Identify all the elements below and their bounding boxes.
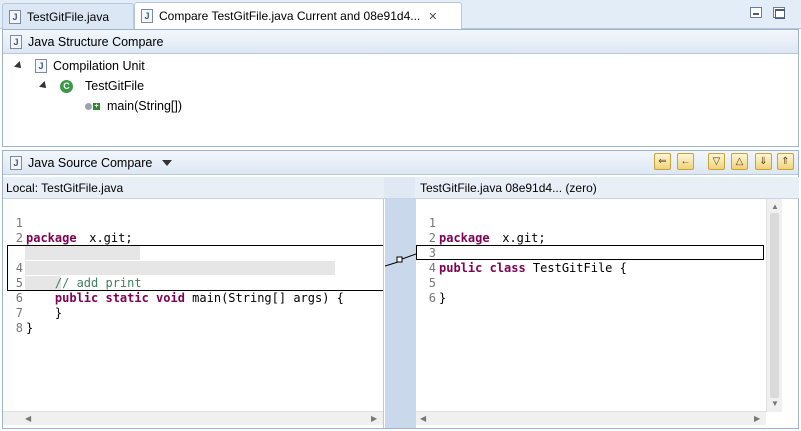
tab-label: TestGitFile.java: [27, 9, 110, 24]
java-file-icon: J: [35, 59, 47, 73]
java-file-icon: J: [9, 9, 21, 24]
copy-all-left-icon[interactable]: ⇐: [654, 153, 671, 170]
expand-arrow-icon[interactable]: [39, 81, 49, 91]
diff-connector-gutter: [384, 199, 417, 428]
right-title-label: TestGitFile.java 08e91d4... (zero): [420, 180, 597, 195]
previous-difference-icon[interactable]: △: [731, 153, 748, 170]
tree-item-label: TestGitFile: [85, 79, 145, 93]
code-line: 6: [428, 291, 436, 305]
tree-item-label: Compilation Unit: [53, 59, 145, 73]
compare-icon: J: [141, 9, 153, 23]
next-change-icon[interactable]: ⇓: [755, 153, 772, 170]
previous-change-icon[interactable]: ⇑: [777, 153, 794, 170]
tab-compare[interactable]: J Compare TestGitFile.java Current and 0…: [134, 2, 462, 30]
code-line: 4 // add print: [15, 261, 142, 290]
editor-tab-bar: J TestGitFile.java J Compare TestGitFile…: [0, 0, 801, 30]
expand-arrow-icon[interactable]: [14, 61, 24, 71]
structure-compare-title: Java Structure Compare: [28, 34, 164, 49]
left-title-label: Local: TestGitFile.java: [6, 180, 124, 195]
diff-connector-icon: [384, 253, 417, 267]
structure-compare-header: J Java Structure Compare: [3, 30, 798, 54]
method-icon: [85, 102, 92, 110]
right-side-title: TestGitFile.java 08e91d4... (zero): [415, 177, 799, 199]
addition-icon: +: [93, 102, 100, 110]
minimize-button[interactable]: [750, 7, 762, 18]
copy-current-left-icon[interactable]: ←: [677, 153, 694, 170]
code-line: 6 }: [15, 291, 63, 320]
right-horizontal-scrollbar[interactable]: ◀ ▶: [416, 411, 766, 425]
tree-item-compilation-unit[interactable]: J Compilation Unit: [14, 57, 145, 75]
tree-item-label: main(String[]): [107, 99, 183, 113]
code-line: 4: [428, 261, 436, 275]
code-line: 1 package x.git;: [428, 216, 546, 245]
structure-compare-pane: J Java Structure Compare J Compilation U…: [2, 29, 799, 147]
code-line: 8: [15, 321, 23, 335]
class-icon: C: [60, 79, 73, 93]
right-code-editor[interactable]: 1 package x.git; 2 3 public class TestGi…: [416, 199, 766, 428]
code-line: 5 public static void main(String[] args)…: [15, 276, 344, 305]
next-difference-icon[interactable]: ▽: [708, 153, 725, 170]
left-side-title: Local: TestGitFile.java: [3, 177, 384, 199]
source-compare-title: Java Source Compare: [28, 155, 153, 170]
left-horizontal-scrollbar[interactable]: ◀ ▶: [3, 411, 383, 425]
code-line: 2: [428, 231, 436, 245]
tree-item-testgitfile[interactable]: C TestGitFile: [39, 77, 145, 95]
java-source-icon: J: [10, 155, 22, 170]
code-line: 1 package x.git;: [15, 216, 133, 245]
tab-testgitfile[interactable]: J TestGitFile.java: [2, 3, 134, 29]
code-line: 2: [15, 231, 23, 245]
code-line: 3 public class TestGitFile {: [3, 231, 383, 275]
maximize-button[interactable]: [773, 7, 785, 19]
code-line: 3 public class TestGitFile {: [428, 246, 627, 275]
tree-item-main[interactable]: + main(String[]): [85, 97, 182, 115]
close-icon[interactable]: ✕: [428, 10, 437, 23]
tab-label: Compare TestGitFile.java Current and 08e…: [159, 9, 421, 23]
scroll-thumb[interactable]: [770, 213, 779, 398]
code-line: 5 }: [428, 276, 447, 305]
center-title-spacer: [384, 177, 415, 199]
chevron-down-icon[interactable]: [162, 159, 173, 166]
right-vertical-scrollbar[interactable]: ▲ ▼: [766, 199, 782, 412]
left-code-editor[interactable]: 1 package x.git; 2 3 public class TestGi…: [3, 199, 384, 428]
java-structure-icon: J: [10, 34, 22, 49]
code-line: 7 }: [15, 306, 34, 335]
